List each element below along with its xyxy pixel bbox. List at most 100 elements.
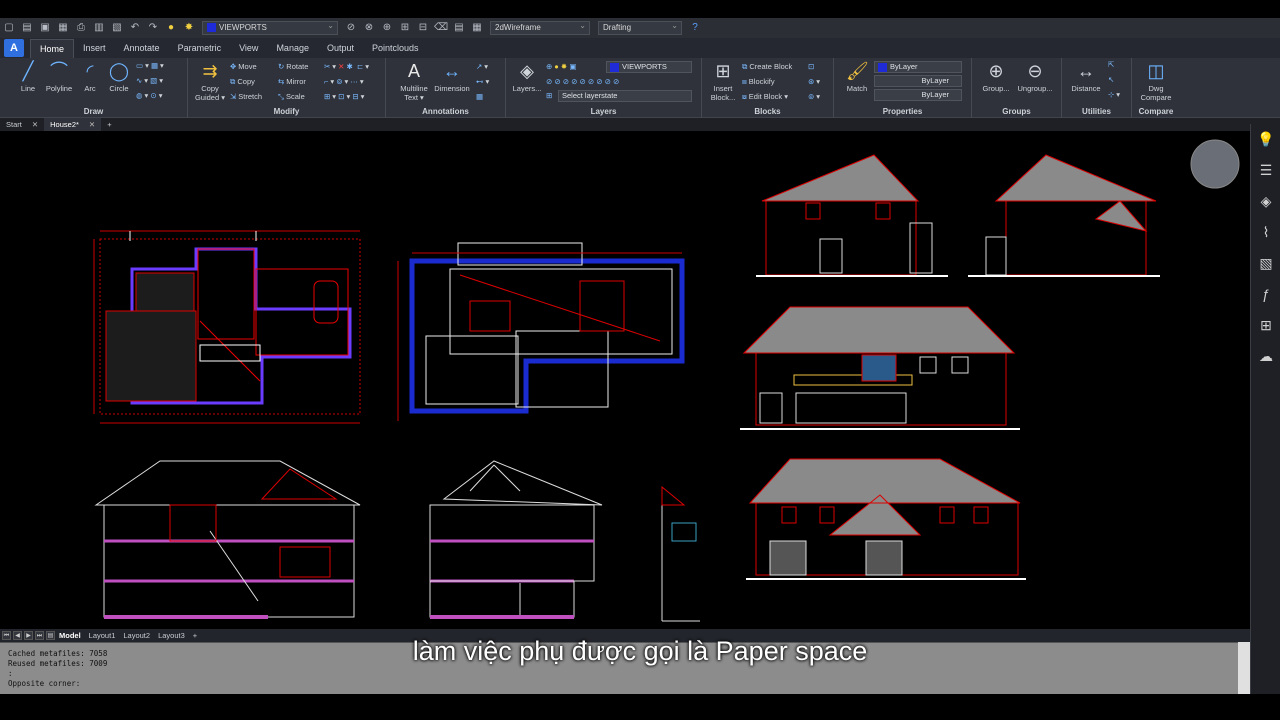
- print-icon[interactable]: ⎙: [74, 22, 88, 34]
- tab-pointclouds[interactable]: Pointclouds: [363, 39, 428, 58]
- function-icon[interactable]: ƒ: [1251, 279, 1280, 310]
- dwg-label1: Dwg: [1148, 84, 1164, 93]
- layer-tool-icon[interactable]: ⊘: [344, 22, 358, 34]
- calc-icon[interactable]: ▤: [452, 22, 466, 34]
- rotate-button[interactable]: ↻ Rotate: [278, 62, 308, 72]
- line-button[interactable]: ╱ Line: [12, 60, 44, 93]
- attach-icon[interactable]: ⌇: [1251, 217, 1280, 248]
- bottom-bar: [0, 694, 1280, 720]
- stretch-button[interactable]: ⇲ Stretch: [230, 92, 262, 102]
- layer-state-select[interactable]: Select layerstate: [558, 90, 692, 102]
- layer-tools-row2[interactable]: ⊘ ⊘ ⊘ ⊘ ⊘ ⊘ ⊘ ⊘ ⊘: [546, 77, 621, 87]
- workspace-dropdown[interactable]: Drafting: [598, 20, 682, 35]
- linetype-select[interactable]: ByLayer: [874, 75, 962, 87]
- tab-view[interactable]: View: [230, 39, 267, 58]
- table-tool[interactable]: ▦: [476, 92, 485, 102]
- new-tab-icon[interactable]: +: [101, 118, 117, 131]
- help-icon[interactable]: ?: [688, 22, 702, 34]
- join-icon: ⋯: [350, 77, 358, 86]
- hatch-pattern-icon[interactable]: ▧: [1251, 248, 1280, 279]
- publish-icon[interactable]: ▧: [110, 22, 124, 34]
- open-icon[interactable]: ▤: [20, 22, 34, 34]
- multiline-text-button[interactable]: A Multiline Text ▾: [396, 60, 432, 102]
- save-icon[interactable]: ▣: [38, 22, 52, 34]
- tab-insert[interactable]: Insert: [74, 39, 115, 58]
- properties-icon[interactable]: ☰: [1251, 155, 1280, 186]
- attdef-tool[interactable]: ⊡: [808, 62, 816, 72]
- layer-iso-icon[interactable]: ⊗: [362, 22, 376, 34]
- rectangle-tool[interactable]: ▭ ▾ ▦ ▾: [136, 61, 164, 71]
- tab-output[interactable]: Output: [318, 39, 363, 58]
- create-block-button[interactable]: ⧉ Create Block: [742, 62, 792, 72]
- table-icon[interactable]: ▦: [470, 22, 484, 34]
- mark-tool[interactable]: ⊷ ▾: [476, 77, 489, 87]
- select-tool[interactable]: ⇱: [1108, 60, 1116, 70]
- layer-match-icon[interactable]: ⊞: [398, 22, 412, 34]
- array-tool[interactable]: ⊞ ▾ ⊡ ▾ ⊟ ▾: [324, 92, 364, 102]
- command-history-line: :: [8, 669, 13, 678]
- move-button[interactable]: ✥ Move: [230, 62, 257, 72]
- match-button[interactable]: 🖌 Match: [842, 60, 872, 93]
- arc-button[interactable]: ◜ Arc: [76, 60, 104, 93]
- eraser-icon[interactable]: ⌫: [434, 22, 448, 34]
- region-tool[interactable]: ◍ ▾ ⊙ ▾: [136, 91, 162, 101]
- dwg-compare-button[interactable]: ◫ Dwg Compare: [1136, 60, 1176, 102]
- cloud-upload-icon[interactable]: ☁: [1251, 341, 1280, 372]
- quickselect-tool[interactable]: ↖: [1108, 75, 1116, 85]
- layers-button[interactable]: ◈ Layers...: [510, 60, 544, 93]
- trim-tool[interactable]: ✂ ▾ ✕ ✱ ⊏ ▾: [324, 62, 369, 72]
- layer-iso-icon[interactable]: ⊕: [546, 62, 552, 71]
- navigation-wheel-icon[interactable]: [1190, 139, 1240, 189]
- lightbulb-icon[interactable]: 💡: [1251, 124, 1280, 155]
- layer-select[interactable]: VIEWPORTS: [606, 61, 692, 73]
- close-icon[interactable]: ✕: [32, 120, 38, 129]
- circle-button[interactable]: ◯ Circle: [104, 60, 134, 93]
- drawing-canvas[interactable]: [0, 131, 1248, 628]
- polyline-button[interactable]: ⌒ Polyline: [42, 60, 76, 93]
- blocks-panel: ⊞ Insert Block... ⧉ Create Block ⧈ Blockify …: [702, 58, 834, 118]
- scale-icon: ⤡: [278, 92, 284, 101]
- redo-icon[interactable]: ↷: [146, 22, 160, 34]
- tab-parametric[interactable]: Parametric: [169, 39, 231, 58]
- group-button[interactable]: ⊕ Group...: [978, 60, 1014, 93]
- spline-tool[interactable]: ∿ ▾ ▧ ▾: [136, 76, 163, 86]
- tab-manage[interactable]: Manage: [267, 39, 318, 58]
- layer-walk-icon[interactable]: ⊕: [380, 22, 394, 34]
- tab-annotate[interactable]: Annotate: [115, 39, 169, 58]
- application-menu-icon[interactable]: A: [4, 39, 24, 57]
- wblock-tool[interactable]: ⊚ ▾: [808, 92, 820, 102]
- close-icon[interactable]: ✕: [89, 120, 95, 129]
- plot-icon[interactable]: ▥: [92, 22, 106, 34]
- layers-label: Layers...: [512, 84, 542, 93]
- visual-style-dropdown[interactable]: 2dWireframe: [490, 20, 590, 35]
- video-subtitle: làm việc phụ được gọi là Paper space: [412, 636, 868, 666]
- ungroup-button[interactable]: ⊖ Ungroup...: [1014, 60, 1056, 93]
- scale-button[interactable]: ⤡ Scale: [278, 92, 305, 102]
- undo-icon[interactable]: ↶: [128, 22, 142, 34]
- copy-guided-button[interactable]: ⇉ Copy Guided ▾: [194, 60, 226, 102]
- distance-button[interactable]: ↔ Distance: [1066, 60, 1106, 93]
- id-tool[interactable]: ⊹ ▾: [1108, 90, 1120, 100]
- insert-block-button[interactable]: ⊞ Insert Block...: [706, 60, 740, 102]
- blockify-button[interactable]: ⧈ Blockify: [742, 77, 775, 87]
- layer-dropdown[interactable]: VIEWPORTS: [202, 20, 338, 35]
- lineweight-select[interactable]: ByLayer: [874, 89, 962, 101]
- layers-stack-icon[interactable]: ◈: [1251, 186, 1280, 217]
- mirror-button[interactable]: ⇆ Mirror: [278, 77, 306, 87]
- save-as-icon[interactable]: ▦: [56, 22, 70, 34]
- annotations-panel: A Multiline Text ▾ ↔ Dimension ↗ ▾ ⊷ ▾ ▦ Anno…: [386, 58, 506, 118]
- blockify-icon: ⧈: [742, 77, 747, 86]
- fillet-tool[interactable]: ⌐ ▾ ⊚ ▾ ⋯ ▾: [324, 77, 364, 87]
- layer-prev-icon[interactable]: ⊟: [416, 22, 430, 34]
- attedit-tool[interactable]: ⊛ ▾: [808, 77, 820, 87]
- color-select[interactable]: ByLayer: [874, 61, 962, 73]
- edit-block-button[interactable]: ⧇ Edit Block ▾: [742, 92, 788, 102]
- leader-tool[interactable]: ↗ ▾: [476, 62, 488, 72]
- copy-button[interactable]: ⧉ Copy: [230, 77, 255, 87]
- tab-home[interactable]: Home: [30, 39, 75, 58]
- doc-tab-house2[interactable]: House2* ✕: [44, 118, 102, 131]
- doc-tab-start[interactable]: Start ✕: [0, 118, 44, 131]
- dimension-button[interactable]: ↔ Dimension: [432, 60, 472, 93]
- structure-icon[interactable]: ⊞: [1251, 310, 1280, 341]
- new-icon[interactable]: ▢: [2, 22, 16, 34]
